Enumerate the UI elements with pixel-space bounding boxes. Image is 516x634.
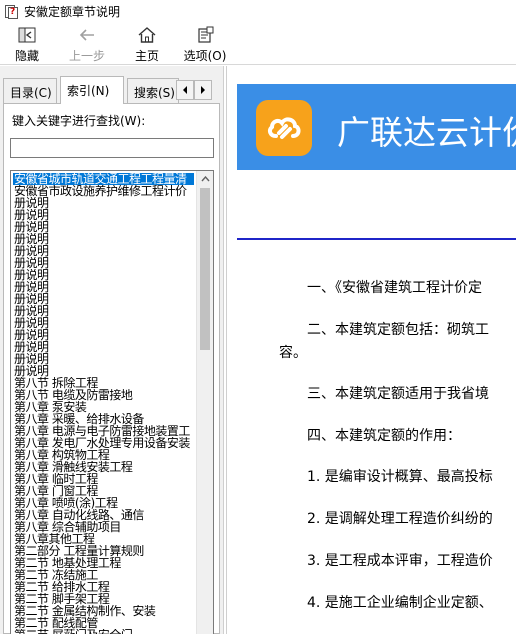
back-arrow-icon bbox=[79, 29, 94, 41]
list-item[interactable]: 第二节 给排水工程 bbox=[13, 581, 194, 593]
options-icon bbox=[198, 26, 214, 43]
list-item[interactable]: 第二节 屏蔽门及安全门 bbox=[13, 629, 194, 634]
home-button[interactable]: 主页 bbox=[120, 23, 174, 65]
tab-scroll-left-button[interactable] bbox=[176, 80, 194, 100]
header-divider bbox=[237, 238, 516, 240]
list-item[interactable]: 第二节 地基处理工程 bbox=[13, 557, 194, 569]
list-item[interactable]: 第八章 构筑物工程 bbox=[13, 449, 194, 461]
keyword-label: 键入关键字进行查找(W): bbox=[12, 114, 146, 128]
list-item[interactable]: 册说明 bbox=[13, 257, 194, 269]
tab-scroll-arrows bbox=[176, 80, 212, 100]
list-item[interactable]: 安徽省城市轨道交通工程工程量清 bbox=[13, 173, 194, 185]
list-item[interactable]: 册说明 bbox=[13, 269, 194, 281]
list-item[interactable]: 第八章 滑触线安装工程 bbox=[13, 461, 194, 473]
list-item[interactable]: 第八章 采暖、给排水设备 bbox=[13, 413, 194, 425]
cloud-link-icon bbox=[267, 117, 301, 139]
home-icon bbox=[138, 27, 156, 43]
list-item[interactable]: 第二节 配线配管 bbox=[13, 617, 194, 629]
header-banner: 广联达云计价 bbox=[237, 84, 516, 170]
list-item[interactable]: 册说明 bbox=[13, 305, 194, 317]
glodon-logo-icon bbox=[256, 100, 312, 156]
list-item[interactable]: 册说明 bbox=[13, 365, 194, 377]
chevron-up-icon bbox=[200, 176, 210, 182]
tab-scroll-right-button[interactable] bbox=[194, 80, 212, 100]
paragraph: 2. 是调解处理工程造价纠纷的 bbox=[307, 511, 493, 527]
paragraph: 一、《安徽省建筑工程计价定 bbox=[307, 280, 482, 296]
list-item[interactable]: 册说明 bbox=[13, 293, 194, 305]
tab-search[interactable]: 搜索(S) bbox=[127, 78, 179, 103]
hide-pane-icon bbox=[18, 27, 36, 43]
list-item[interactable]: 第八章 电源与电子防雷接地装置工 bbox=[13, 425, 194, 437]
paragraph: 4. 是施工企业编制企业定额、 bbox=[307, 595, 493, 611]
options-button[interactable]: 选项(O) bbox=[174, 23, 236, 65]
list-item[interactable]: 册说明 bbox=[13, 233, 194, 245]
list-item[interactable]: 册说明 bbox=[13, 281, 194, 293]
paragraph: 三、本建筑定额适用于我省境 bbox=[307, 386, 489, 402]
scroll-up-button[interactable] bbox=[197, 171, 213, 187]
list-item[interactable]: 第八章 综合辅助项目 bbox=[13, 521, 194, 533]
list-item[interactable]: 册说明 bbox=[13, 317, 194, 329]
list-item[interactable]: 第八章 临时工程 bbox=[13, 473, 194, 485]
triangle-right-icon bbox=[201, 86, 205, 94]
list-item[interactable]: 册说明 bbox=[13, 209, 194, 221]
navigation-pane: 目录(C) 索引(N) 搜索(S) 键入关键字进行查找(W): 安徽省城市轨道交… bbox=[0, 66, 224, 634]
list-item[interactable]: 第二节 冻结施工 bbox=[13, 569, 194, 581]
banner-title: 广联达云计价 bbox=[337, 113, 516, 152]
list-item[interactable]: 第八章 发电厂水处理专用设备安装 bbox=[13, 437, 194, 449]
keyword-input[interactable] bbox=[10, 138, 214, 158]
paragraph: 3. 是工程成本评审，工程造价 bbox=[307, 553, 493, 569]
paragraph: 1. 是编审设计概算、最高投标 bbox=[307, 469, 493, 485]
index-list-items: 安徽省城市轨道交通工程工程量清 安徽省市政设施养护维修工程计价 册说明 册说明 册说明册… bbox=[13, 173, 194, 634]
list-item[interactable]: 第八章其他工程 bbox=[13, 533, 194, 545]
list-item[interactable]: 第二节 脚手架工程 bbox=[13, 593, 194, 605]
list-item[interactable]: 第八章 泵安装 bbox=[13, 401, 194, 413]
list-item[interactable]: 第八章 自动化线路、通信 bbox=[13, 509, 194, 521]
triangle-left-icon bbox=[183, 86, 187, 94]
list-item[interactable]: 安徽省市政设施养护维修工程计价 bbox=[13, 185, 194, 197]
list-item[interactable]: 册说明 bbox=[13, 341, 194, 353]
index-list[interactable]: 安徽省城市轨道交通工程工程量清 安徽省市政设施养护维修工程计价 册说明 册说明 册说明册… bbox=[10, 170, 214, 634]
paragraph: 四、本建筑定额的作用： bbox=[307, 428, 461, 444]
back-button[interactable]: 上一步 bbox=[54, 23, 120, 65]
hide-button-label: 隐藏 bbox=[14, 49, 39, 63]
help-book-icon: ? bbox=[4, 4, 18, 19]
list-item[interactable]: 册说明 bbox=[13, 197, 194, 209]
content-pane: 广联达云计价 一、《安徽省建筑工程计价定 二、本建筑定额包括：砌筑工 容。 三、… bbox=[226, 66, 516, 634]
index-list-scrollbar[interactable] bbox=[196, 171, 213, 634]
options-button-label: 选项(O) bbox=[183, 49, 227, 63]
list-item[interactable]: 第八节 拆除工程 bbox=[13, 377, 194, 389]
list-item[interactable]: 册说明 bbox=[13, 353, 194, 365]
list-item[interactable]: 第八节 电缆及防雷接地 bbox=[13, 389, 194, 401]
paragraph: 容。 bbox=[279, 345, 307, 361]
list-item[interactable]: 第八章 喷喷(涂)工程 bbox=[13, 497, 194, 509]
tab-index[interactable]: 索引(N) bbox=[60, 76, 124, 104]
index-tab-panel: 键入关键字进行查找(W): 安徽省城市轨道交通工程工程量清 安徽省市政设施养护维修… bbox=[3, 103, 220, 634]
list-item[interactable]: 册说明 bbox=[13, 329, 194, 341]
list-item[interactable]: 第二节 金属结构制作、安装 bbox=[13, 605, 194, 617]
toolbar: 隐藏 上一步 主页 选项(O) bbox=[0, 23, 516, 65]
home-button-label: 主页 bbox=[134, 49, 159, 63]
list-item[interactable]: 第二部分 工程量计算规则 bbox=[13, 545, 194, 557]
window-title: 安徽定额章节说明 bbox=[24, 5, 121, 19]
paragraph: 二、本建筑定额包括：砌筑工 bbox=[307, 322, 489, 338]
list-item[interactable]: 册说明 bbox=[13, 221, 194, 233]
list-item[interactable]: 第八章 门窗工程 bbox=[13, 485, 194, 497]
title-bar: ? 安徽定额章节说明 bbox=[0, 0, 516, 23]
back-button-label: 上一步 bbox=[68, 49, 105, 63]
scroll-thumb[interactable] bbox=[200, 188, 210, 350]
list-item[interactable]: 册说明 bbox=[13, 245, 194, 257]
tab-contents[interactable]: 目录(C) bbox=[3, 78, 57, 103]
hide-button[interactable]: 隐藏 bbox=[0, 23, 54, 65]
